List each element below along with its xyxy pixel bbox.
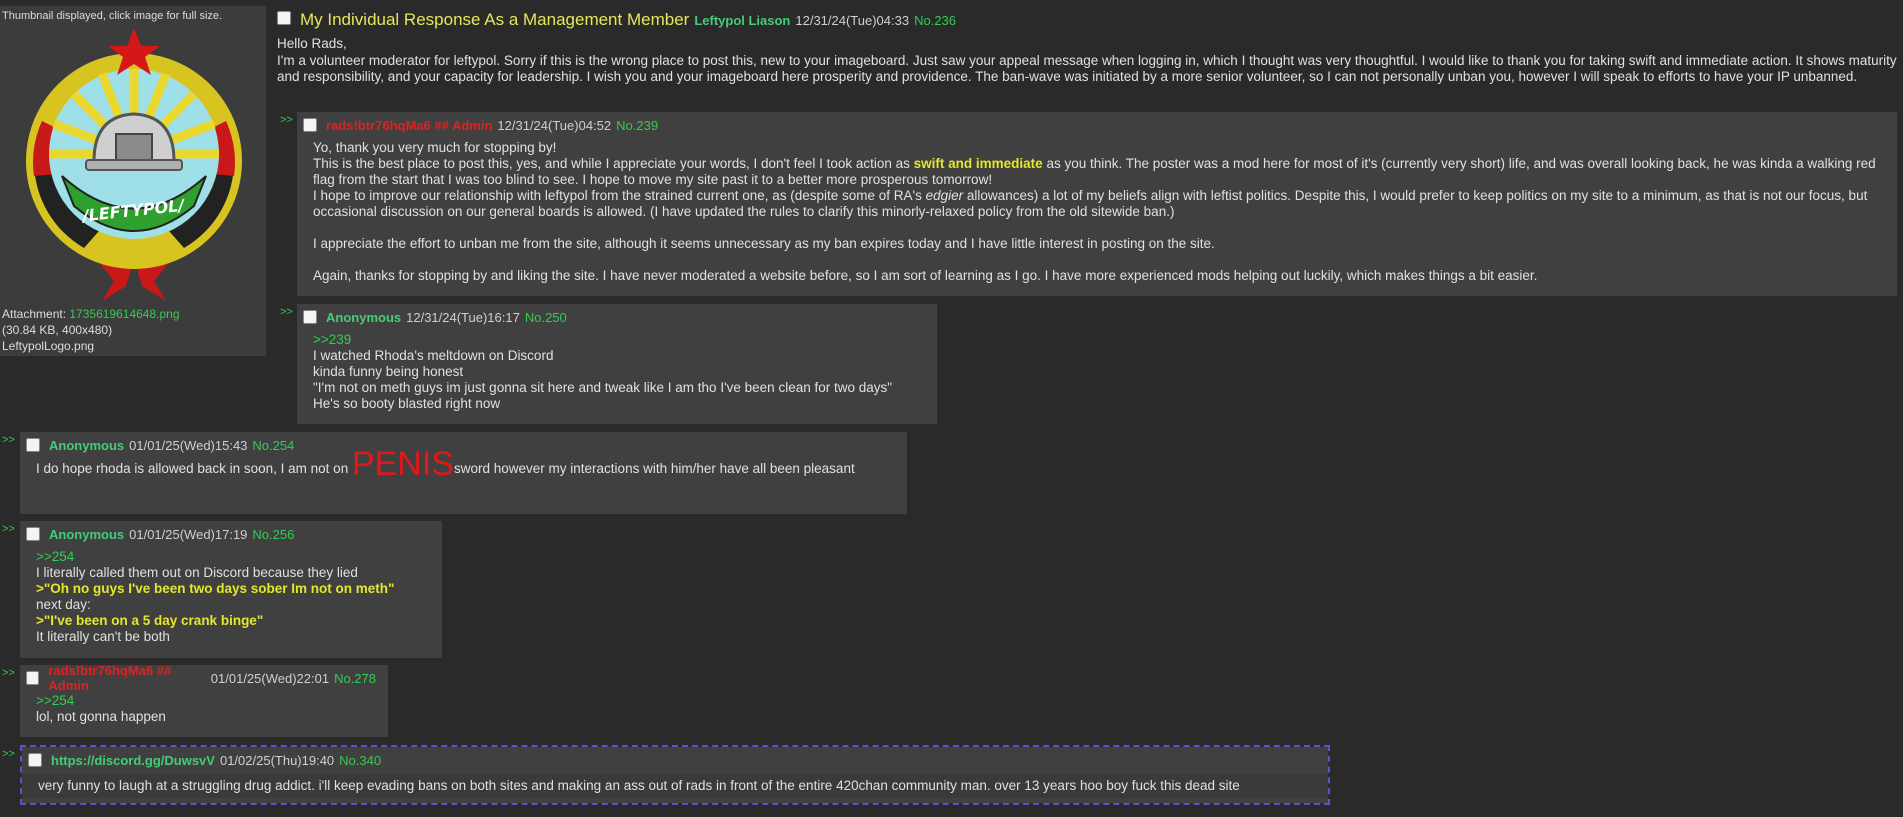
reply-body: >>254 lol, not gonna happen (26, 693, 376, 725)
body-line: This is the best place to post this, yes… (313, 156, 1876, 187)
op-subject: My Individual Response As a Management M… (300, 10, 690, 29)
post-date: 01/01/25(Wed)17:19 (129, 526, 248, 542)
poster-name[interactable]: https://discord.gg/DuwsvV (51, 753, 215, 768)
post-number[interactable]: No.250 (525, 310, 567, 325)
op-line: Hello Rads, (277, 36, 347, 51)
poster-name: Anonymous (326, 309, 402, 325)
quote-link[interactable]: >>239 (313, 332, 925, 348)
leftypol-emblem-image[interactable]: /LEFTYPOL/ (14, 26, 254, 306)
body-line: kinda funny being honest (313, 364, 464, 379)
body-line: lol, not gonna happen (36, 709, 166, 724)
reply-post-239: rads!btr76hqMa6 ## Admin 12/31/24(Tue)04… (297, 112, 1897, 296)
big-red-text: PENIS (351, 445, 454, 483)
op-post: My Individual Response As a Management M… (277, 10, 1897, 86)
post-number[interactable]: No.278 (334, 671, 376, 686)
reply-checkbox[interactable] (26, 671, 40, 685)
reply-header: Anonymous 01/01/25(Wed)15:43 No.254 (26, 436, 895, 454)
body-line: He's so booty blasted right now (313, 396, 501, 411)
post-date: 12/31/24(Tue)04:52 (497, 117, 612, 133)
greentext-line: >"I've been on a 5 day crank binge" (36, 613, 264, 628)
reply-post-250: Anonymous 12/31/24(Tue)16:17 No.250 >>23… (297, 304, 937, 424)
reply-arrow: >> (2, 434, 15, 446)
op-date: 12/31/24(Tue)04:33 (795, 13, 910, 28)
op-header: My Individual Response As a Management M… (277, 10, 1897, 30)
body-line: Yo, thank you very much for stopping by! (313, 140, 557, 155)
reply-checkbox[interactable] (26, 527, 40, 541)
reply-arrow: >> (2, 523, 15, 535)
reply-header: rads!btr76hqMa6 ## Admin 12/31/24(Tue)04… (303, 116, 1885, 134)
greentext-line: >"Oh no guys I've been two days sober Im… (36, 581, 395, 596)
post-number[interactable]: No.256 (252, 527, 294, 542)
reply-header: https://discord.gg/DuwsvV 01/02/25(Thu)1… (28, 751, 1316, 769)
poster-name: Anonymous (49, 526, 125, 542)
reply-post-256: Anonymous 01/01/25(Wed)17:19 No.256 >>25… (20, 521, 442, 658)
body-line: very funny to laugh at a struggling drug… (38, 778, 1240, 793)
reply-body: >>254 I literally called them out on Dis… (26, 549, 430, 645)
body-line: I appreciate the effort to unban me from… (313, 236, 1215, 251)
reply-arrow: >> (280, 306, 293, 318)
poster-name: Anonymous (49, 437, 125, 453)
reply-body: very funny to laugh at a struggling drug… (22, 774, 1328, 798)
post-number[interactable]: No.239 (616, 118, 658, 133)
reply-body: I do hope rhoda is allowed back in soon,… (26, 445, 895, 483)
attachment-info: Attachment: 1735619614648.png (30.84 KB,… (2, 306, 180, 354)
reply-post-340: https://discord.gg/DuwsvV 01/02/25(Thu)1… (20, 745, 1330, 805)
attachment-link[interactable]: 1735619614648.png (69, 307, 179, 321)
quote-link[interactable]: >>254 (36, 693, 376, 709)
attachment-label: Attachment: (2, 307, 67, 321)
op-checkbox[interactable] (277, 11, 291, 25)
body-line: "I'm not on meth guys im just gonna sit … (313, 380, 893, 395)
reply-header: Anonymous 12/31/24(Tue)16:17 No.250 (303, 308, 925, 326)
reply-checkbox[interactable] (28, 753, 42, 767)
body-line: Again, thanks for stopping by and liking… (313, 268, 1538, 283)
quote-link[interactable]: >>254 (36, 549, 430, 565)
thumbnail-note: Thumbnail displayed, click image for ful… (2, 10, 223, 22)
reply-body: Yo, thank you very much for stopping by!… (303, 140, 1885, 284)
op-post-number[interactable]: No.236 (914, 13, 956, 28)
emphasis-text: edgier (925, 188, 964, 203)
reply-arrow: >> (2, 667, 15, 679)
body-line: I do hope rhoda is allowed back in soon,… (36, 445, 855, 483)
body-line: I hope to improve our relationship with … (313, 188, 1868, 219)
reply-header: Anonymous 01/01/25(Wed)17:19 No.256 (26, 525, 430, 543)
reply-arrow: >> (280, 114, 293, 126)
thumbnail-panel: Thumbnail displayed, click image for ful… (0, 6, 266, 356)
reply-checkbox[interactable] (303, 118, 317, 132)
reply-header: rads!btr76hqMa6 ## Admin 01/01/25(Wed)22… (26, 663, 376, 693)
post-date: 01/01/25(Wed)22:01 (210, 670, 330, 686)
body-line: It literally can't be both (36, 629, 170, 644)
poster-name: rads!btr76hqMa6 ## Admin (48, 663, 172, 693)
reply-body: >>239 I watched Rhoda's meltdown on Disc… (303, 332, 925, 412)
post-date: 01/02/25(Thu)19:40 (219, 752, 335, 768)
attachment-original-name: LeftypolLogo.png (2, 339, 95, 353)
body-line: I literally called them out on Discord b… (36, 565, 358, 580)
post-number[interactable]: No.254 (252, 438, 294, 453)
post-number[interactable]: No.340 (339, 753, 381, 768)
reply-checkbox[interactable] (26, 438, 40, 452)
reply-arrow: >> (2, 748, 15, 760)
op-body: Hello Rads, I'm a volunteer moderator fo… (277, 36, 1897, 86)
body-line: I watched Rhoda's meltdown on Discord (313, 348, 554, 363)
poster-name: rads!btr76hqMa6 ## Admin (326, 117, 493, 133)
reply-checkbox[interactable] (303, 310, 317, 324)
post-date: 12/31/24(Tue)16:17 (406, 309, 520, 325)
reply-post-254: Anonymous 01/01/25(Wed)15:43 No.254 I do… (20, 432, 907, 514)
attachment-meta: (30.84 KB, 400x480) (2, 323, 113, 337)
body-line: next day: (36, 597, 91, 612)
op-line: I'm a volunteer moderator for leftypol. … (277, 52, 1897, 85)
op-poster-name: Leftypol Liason (694, 13, 791, 28)
reply-post-278: rads!btr76hqMa6 ## Admin 01/01/25(Wed)22… (20, 663, 388, 737)
highlight-text: swift and immediate (913, 156, 1043, 171)
post-date: 01/01/25(Wed)15:43 (129, 437, 248, 453)
